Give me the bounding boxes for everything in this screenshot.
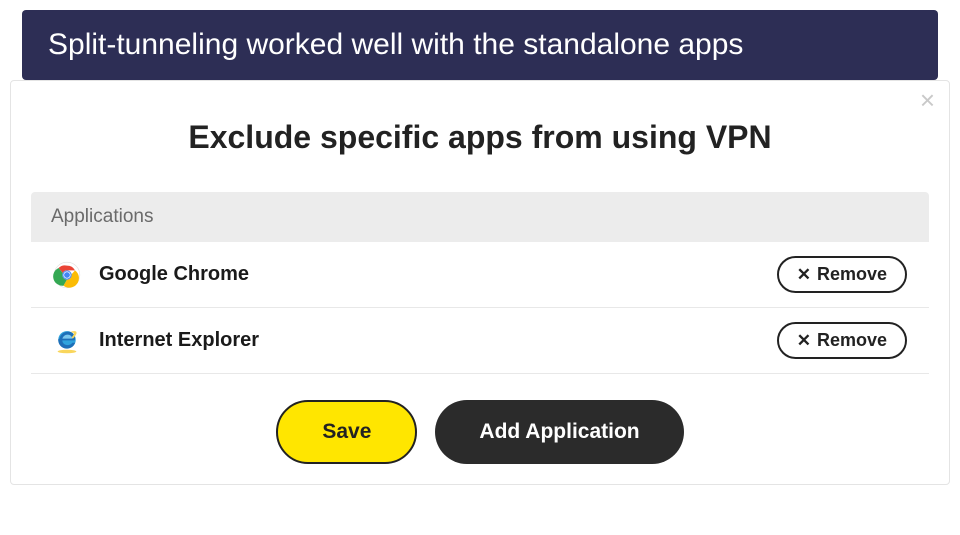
- app-row: Google Chrome ✕ Remove: [31, 242, 929, 308]
- ie-icon: [53, 327, 81, 355]
- app-row: Internet Explorer ✕ Remove: [31, 308, 929, 374]
- save-button[interactable]: Save: [276, 400, 417, 464]
- dialog-panel: × Exclude specific apps from using VPN A…: [10, 80, 950, 485]
- remove-button[interactable]: ✕ Remove: [777, 256, 907, 293]
- remove-label: Remove: [817, 330, 887, 351]
- add-application-button[interactable]: Add Application: [435, 400, 683, 464]
- app-name: Internet Explorer: [99, 329, 777, 352]
- app-name: Google Chrome: [99, 263, 777, 286]
- chrome-icon: [53, 261, 81, 289]
- close-icon[interactable]: ×: [920, 87, 935, 113]
- x-icon: ✕: [797, 265, 811, 285]
- dialog-title: Exclude specific apps from using VPN: [11, 81, 949, 192]
- x-icon: ✕: [797, 331, 811, 351]
- remove-button[interactable]: ✕ Remove: [777, 322, 907, 359]
- remove-label: Remove: [817, 264, 887, 285]
- caption-banner: Split-tunneling worked well with the sta…: [22, 10, 938, 80]
- applications-header: Applications: [31, 192, 929, 242]
- action-bar: Save Add Application: [11, 400, 949, 464]
